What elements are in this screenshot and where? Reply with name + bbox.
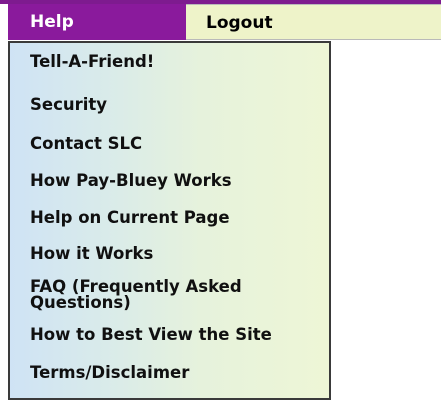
menu-item-help-on-current-page[interactable]: Help on Current Page: [30, 208, 330, 227]
menu-item-tell-a-friend[interactable]: Tell-A-Friend!: [30, 52, 330, 71]
help-dropdown-menu: Tell-A-Friend! Security Contact SLC How …: [8, 41, 331, 400]
menu-item-how-to-best-view-site[interactable]: How to Best View the Site: [30, 325, 330, 344]
menu-item-contact-slc[interactable]: Contact SLC: [30, 134, 330, 153]
menu-item-how-it-works[interactable]: How it Works: [30, 244, 330, 263]
help-menu-tab[interactable]: Help: [8, 4, 186, 40]
menu-bar: Help Logout: [0, 0, 441, 43]
menu-item-how-pay-bluey-works[interactable]: How Pay-Bluey Works: [30, 171, 330, 190]
menu-item-security[interactable]: Security: [30, 95, 330, 114]
menu-item-terms-disclaimer[interactable]: Terms/Disclaimer: [30, 363, 330, 382]
logout-menu-tab[interactable]: Logout: [186, 4, 441, 40]
menu-item-faq[interactable]: FAQ (Frequently Asked Questions): [30, 278, 320, 311]
